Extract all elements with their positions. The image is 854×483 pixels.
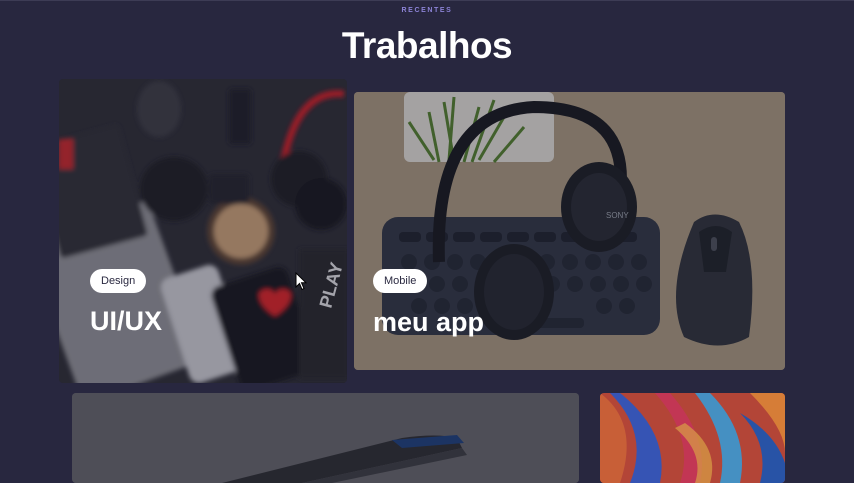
card-tag-badge: Design	[90, 269, 147, 293]
card-tag-badge: Mobile	[373, 269, 428, 293]
project-card-laptop[interactable]	[72, 393, 579, 483]
top-divider	[0, 0, 854, 1]
mouse-cursor-icon	[295, 272, 307, 291]
card-title: UI/UX	[90, 306, 163, 336]
card-title: meu app	[373, 307, 485, 337]
project-card-abstract[interactable]	[600, 393, 785, 483]
card-overlay	[600, 393, 785, 483]
section-title: Trabalhos	[341, 25, 513, 66]
project-card-meu-app[interactable]: SONY Mobile meu app	[354, 92, 785, 370]
section-eyebrow: RECENTES	[401, 7, 453, 14]
card-overlay	[72, 393, 579, 483]
project-card-uiux[interactable]: PLAY Design UI/UX	[59, 79, 347, 383]
card-overlay	[59, 79, 347, 383]
